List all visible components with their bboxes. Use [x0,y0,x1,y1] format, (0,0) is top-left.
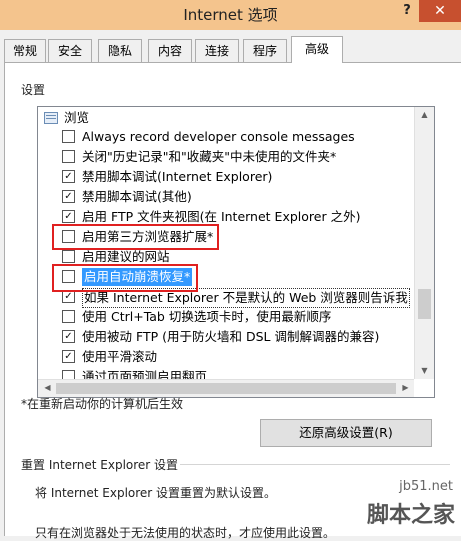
vertical-scrollbar[interactable]: ▲ ▼ [414,107,434,379]
checkbox[interactable] [62,170,75,183]
tab-security[interactable]: 安全 [48,39,92,62]
close-button[interactable]: ✕ [419,0,461,22]
annotation-box-crash-recovery [52,264,198,292]
checkbox[interactable] [62,310,75,323]
setting-label: 使用 Ctrl+Tab 切换选项卡时，使用最新顺序 [82,309,332,324]
checkbox[interactable] [62,330,75,343]
settings-list[interactable]: 浏览 Always record developer console messa… [37,106,435,398]
setting-label: 使用被动 FTP (用于防火墙和 DSL 调制解调器的兼容) [82,329,380,344]
title-bar: Internet 选项 ? ✕ [0,0,461,30]
vertical-scroll-thumb[interactable] [418,289,431,319]
category-icon [44,112,58,124]
setting-label: Always record developer console messages [82,129,355,144]
scroll-left-icon[interactable]: ◀ [38,380,57,396]
reset-description: 将 Internet Explorer 设置重置为默认设置。 [35,486,277,500]
watermark-name: 脚本之家 [366,503,455,528]
scroll-down-icon[interactable]: ▼ [415,363,434,379]
setting-label: 禁用脚本调试(Internet Explorer) [82,169,273,184]
settings-group-label: 设置 [21,83,46,97]
tab-general[interactable]: 常规 [4,39,46,62]
checkbox[interactable] [62,190,75,203]
checkbox[interactable] [62,210,75,223]
scroll-up-icon[interactable]: ▲ [415,107,434,123]
tab-strip: 常规 安全 隐私 内容 连接 程序 高级 [0,30,461,63]
window-title: Internet 选项 [183,6,278,24]
tab-content[interactable]: 内容 [148,39,192,62]
checkbox[interactable] [62,250,75,263]
tab-advanced[interactable]: 高级 [291,36,343,63]
watermark-url: jb51.net [399,479,453,494]
restart-note: *在重新启动你的计算机后生效 [21,397,184,411]
help-button[interactable]: ? [398,2,416,20]
checkbox[interactable] [62,150,75,163]
setting-label: 关闭"历史记录"和"收藏夹"中未使用的文件夹* [82,149,337,164]
advanced-tab-page: 设置 浏览 Always record developer console me… [4,62,461,540]
checkbox[interactable] [62,350,75,363]
setting-label: 禁用脚本调试(其他) [82,189,192,204]
scroll-right-icon[interactable]: ▶ [396,380,415,396]
restore-advanced-settings-button[interactable]: 还原高级设置(R) [260,419,432,447]
checkbox[interactable] [62,130,75,143]
annotation-box-extensions [52,224,219,250]
reset-note: 只有在浏览器处于无法使用的状态时，才应使用此设置。 [35,526,336,540]
category-label: 浏览 [64,110,90,125]
tab-programs[interactable]: 程序 [243,39,287,62]
tab-connections[interactable]: 连接 [195,39,239,62]
watermark: jb51.net 脚本之家 [309,471,459,533]
group-divider [180,464,450,465]
tab-privacy[interactable]: 隐私 [98,39,142,62]
setting-label: 使用平滑滚动 [82,349,158,364]
reset-group-label: 重置 Internet Explorer 设置 [21,458,179,472]
horizontal-scroll-thumb[interactable] [56,383,396,394]
